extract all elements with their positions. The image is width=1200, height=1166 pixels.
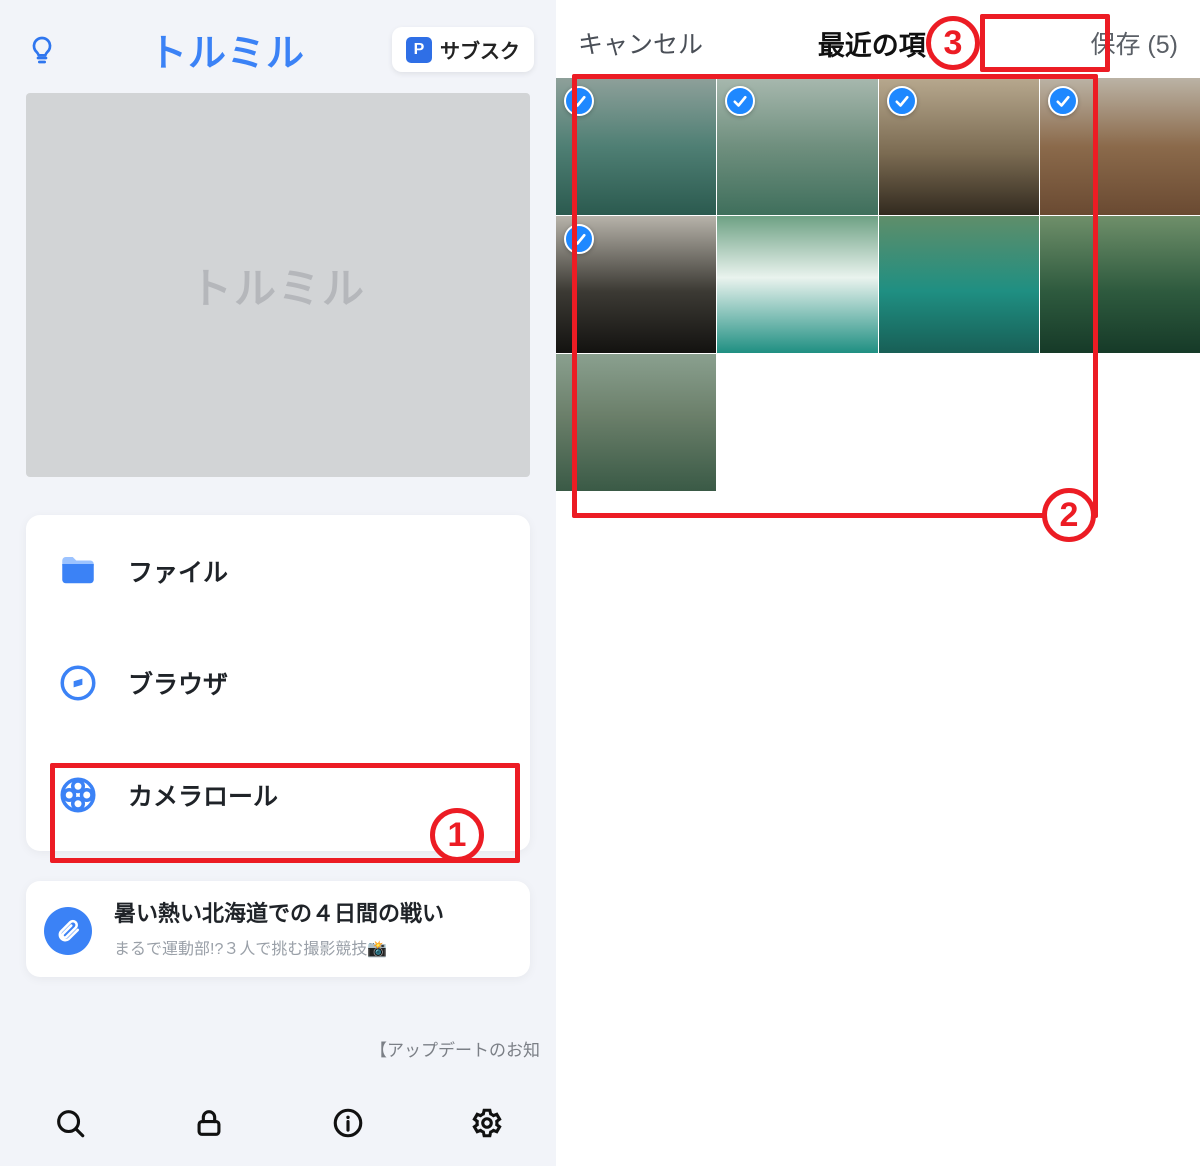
tab-info[interactable] [320,1095,376,1151]
left-topbar: トルミル P サブスク [0,0,556,87]
bottom-tab-bar [0,1080,556,1166]
menu-item-browser[interactable]: ブラウザ [44,627,512,739]
annotation-marker-2: 2 [1042,488,1096,542]
folder-icon [54,547,102,595]
tab-settings[interactable] [459,1095,515,1151]
paperclip-icon [44,907,92,955]
tab-lock[interactable] [181,1095,237,1151]
annotation-marker-1: 1 [430,808,484,862]
left-app-screen: トルミル P サブスク トルミル ファイル ブラウザ [0,0,556,1166]
menu-item-files[interactable]: ファイル [44,515,512,627]
lightbulb-icon[interactable] [22,30,62,70]
cancel-button[interactable]: キャンセル [578,25,703,61]
update-note: 【アップデートのお知 [370,1036,540,1061]
news-subtitle: まるで運動部!?３人で挑む撮影競技📸 [114,935,444,959]
subscribe-button[interactable]: P サブスク [392,27,534,72]
menu-item-label: ブラウザ [128,665,228,701]
compass-icon [54,659,102,707]
news-title: 暑い熱い北海道での４日間の戦い [114,899,444,929]
subscribe-label: サブスク [440,35,520,64]
app-title: トルミル [149,22,305,77]
news-text-wrap: 暑い熱い北海道での４日間の戦い まるで運動部!?３人で挑む撮影競技📸 [114,899,444,959]
annotation-box-3 [980,14,1110,72]
menu-item-label: ファイル [128,553,228,589]
subscribe-badge-icon: P [406,37,432,63]
news-card[interactable]: 暑い熱い北海道での４日間の戦い まるで運動部!?３人で挑む撮影競技📸 [26,881,530,977]
hero-placeholder: トルミル [26,93,530,477]
annotation-box-2 [572,74,1098,518]
hero-text: トルミル [190,255,366,316]
annotation-marker-3: 3 [926,16,980,70]
tab-search[interactable] [42,1095,98,1151]
